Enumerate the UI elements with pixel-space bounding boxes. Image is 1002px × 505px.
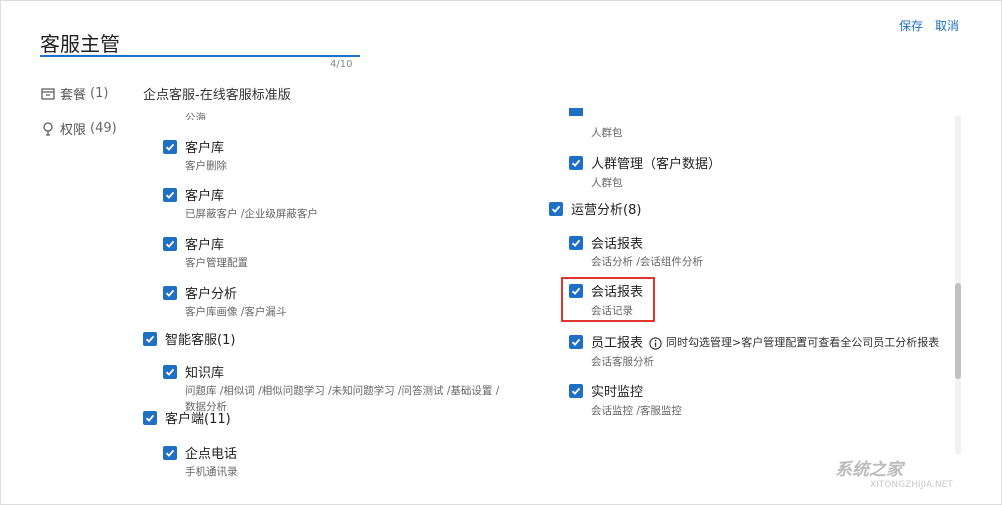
perm-sub: 手机通讯录 [185,466,238,478]
perm-sub: 会话监控 /客服监控 [591,405,682,417]
role-name-input[interactable]: 客服主管 [40,28,120,57]
perm-realtime-monitor[interactable]: 实时监控 [569,381,643,400]
perm-group-client[interactable]: 客户端(11) [143,408,231,427]
char-counter: 4/10 [330,59,353,70]
checkbox-checked[interactable] [569,383,583,398]
perm-qidian-phone[interactable]: 企点电话 [163,443,237,462]
watermark-subtext: XITONGZHIJIA.NET [870,480,953,490]
package-icon [40,86,56,102]
perm-group-smart-service[interactable]: 智能客服(1) [143,329,235,348]
info-icon[interactable] [649,335,662,350]
perm-label: 知识库 [185,366,225,381]
perm-sub: 客户删除 [185,160,227,172]
perm-label: 会话报表 [591,237,644,252]
perm-label: 企点电话 [185,447,238,462]
bulb-icon [40,121,56,137]
perm-sub: 人群包 [591,127,623,139]
checkbox-checked[interactable] [163,364,177,379]
sidebar-item-count: (49) [90,121,117,136]
package-name: 企点客服-在线客服标准版 [143,88,291,103]
sidebar-item-count: (1) [90,86,109,101]
checkbox-checked[interactable] [163,285,177,300]
perm-note: 同时勾选管理>客户管理配置可查看全公司员工分析报表 [666,335,940,349]
perm-label: 客户库 [185,189,225,204]
perm-label: 客户库 [185,238,225,253]
checkbox-checked[interactable] [143,410,157,425]
perm-customer-library-1[interactable]: 客户库 [163,137,224,156]
highlight-box [561,277,655,322]
checkbox-checked[interactable] [569,235,583,250]
perm-label: 员工报表 [591,336,644,351]
sidebar-item-permissions[interactable]: 权限 (49) [40,119,117,138]
checkbox-checked[interactable] [143,331,157,346]
save-button[interactable]: 保存 [899,17,923,34]
input-underline [40,55,360,57]
checkbox-checked[interactable] [163,236,177,251]
perm-group-label: 智能客服(1) [165,333,236,348]
perm-crowd-management[interactable]: 人群管理（客户数据） [569,153,721,172]
watermark-logo: 系统之家 [835,460,903,480]
sidebar-item-label: 权限 [60,123,87,138]
perm-group-ops-analysis[interactable]: 运营分析(8) [549,199,641,218]
perm-customer-analysis[interactable]: 客户分析 [163,283,237,302]
perm-customer-library-2[interactable]: 客户库 [163,185,224,204]
checkbox-checked[interactable] [569,155,583,170]
perm-customer-library-3[interactable]: 客户库 [163,234,224,253]
perm-session-report-1[interactable]: 会话报表 [569,233,643,252]
checkbox-checked[interactable] [163,445,177,460]
perm-sub: 客户库画像 /客户漏斗 [185,306,287,318]
truncated-checkbox [569,108,583,116]
truncated-sub-text: 公海 [185,112,206,120]
checkbox-checked [569,108,583,116]
dialog-frame [0,0,1002,505]
perm-label: 人群管理（客户数据） [591,157,722,172]
perm-sub: 已屏蔽客户 /企业级屏蔽客户 [185,208,318,220]
perm-label: 客户库 [185,141,225,156]
perm-label: 实时监控 [591,385,644,400]
perm-group-label: 客户端(11) [165,412,231,427]
perm-sub: 人群包 [591,177,623,189]
perm-group-label: 运营分析(8) [571,203,642,218]
perm-sub: 会话客服分析 [591,356,654,368]
perm-label: 客户分析 [185,287,238,302]
perm-sub: 会话分析 /会话组件分析 [591,256,703,268]
perm-sub: 客户管理配置 [185,257,248,269]
checkbox-checked[interactable] [549,201,563,216]
scrollbar-thumb[interactable] [955,283,961,379]
checkbox-checked[interactable] [163,187,177,202]
cancel-button[interactable]: 取消 [935,17,959,34]
checkbox-checked[interactable] [163,139,177,154]
truncated-label [590,108,790,119]
checkbox-checked[interactable] [569,334,583,349]
perm-sub: 问题库 /相似词 /相似问题学习 /未知问题学习 /问答测试 /基础设置 / [185,385,500,397]
sidebar-item-package[interactable]: 套餐 (1) [40,84,108,103]
sidebar-item-label: 套餐 [60,88,87,103]
perm-staff-report[interactable]: 员工报表 同时勾选管理>客户管理配置可查看全公司员工分析报表 [569,332,939,351]
perm-knowledge-base[interactable]: 知识库 [163,362,224,381]
